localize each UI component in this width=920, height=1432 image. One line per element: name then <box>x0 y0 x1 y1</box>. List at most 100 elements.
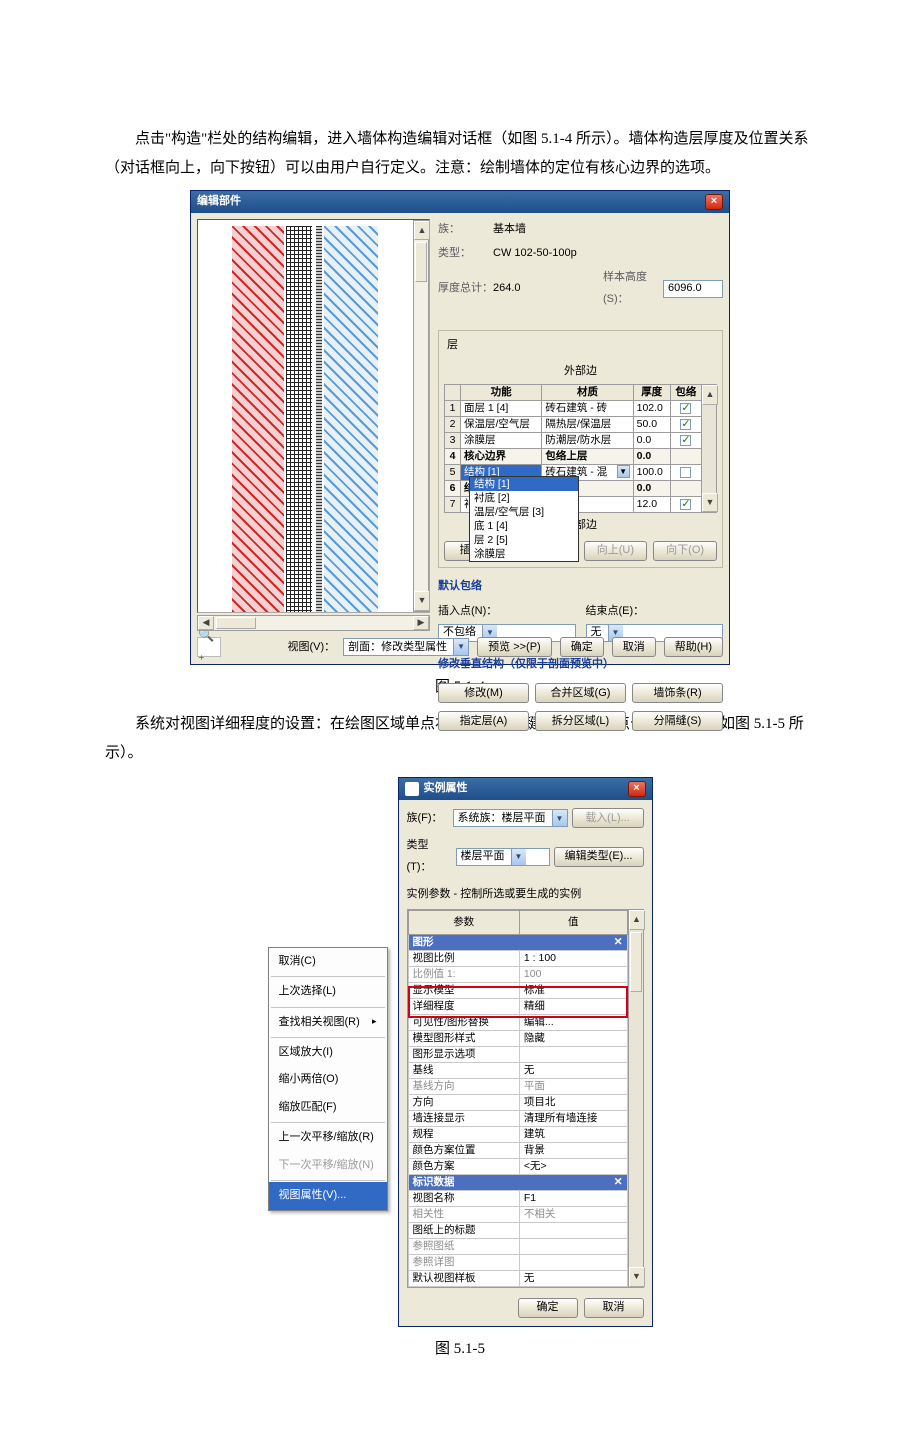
cancel-button[interactable]: 取消 <box>584 1298 644 1318</box>
dropdown-item[interactable]: 结构 [1] <box>470 477 578 491</box>
scroll-up-icon[interactable]: ▲ <box>414 221 430 241</box>
dropdown-item[interactable]: 底 1 [4] <box>470 519 578 533</box>
dropdown-item[interactable]: 层 2 [5] <box>470 533 578 547</box>
assign-layer-button[interactable]: 指定层(A) <box>438 711 529 731</box>
chevron-down-icon[interactable]: ▼ <box>511 849 526 865</box>
col-wrap[interactable]: 包络 <box>670 385 701 401</box>
end-point-label: 结束点(E)： <box>586 601 724 622</box>
table-row[interactable]: 详细程度精细 <box>408 998 627 1014</box>
table-row[interactable]: 2保温层/空气层隔热层/保温层50.0 <box>445 417 702 433</box>
chevron-down-icon[interactable]: ▼ <box>552 810 567 826</box>
menu-item: 下一次平移/缩放(N) <box>269 1152 387 1179</box>
chevron-down-icon[interactable]: ▼ <box>453 639 468 655</box>
table-row[interactable]: 比例值 1:100 <box>408 966 627 982</box>
titlebar[interactable]: 实例属性 × <box>399 778 652 800</box>
type-value: CW 102-50-100p <box>493 243 723 264</box>
wall-section-canvas <box>198 220 411 612</box>
table-row[interactable]: 图形显示选项 <box>408 1046 627 1062</box>
view-combo[interactable]: 剖面：修改类型属性▼ <box>343 638 469 656</box>
table-row[interactable]: 颜色方案位置背景 <box>408 1142 627 1158</box>
table-row[interactable]: 3涂膜层防潮层/防水层0.0 <box>445 433 702 449</box>
dropdown-item[interactable]: 温层/空气层 [3] <box>470 505 578 519</box>
ok-button[interactable]: 确定 <box>560 637 604 657</box>
scroll-left-icon[interactable]: ◀ <box>198 616 214 630</box>
table-row[interactable]: 基线方向平面 <box>408 1078 627 1094</box>
menu-item[interactable]: 取消(C) <box>269 948 387 975</box>
checkbox-icon[interactable] <box>680 419 691 430</box>
table-row[interactable]: 4核心边界包络上层0.0 <box>445 449 702 465</box>
section-preview: ▲ ▼ ◀ ▶ <box>197 219 430 631</box>
col-param[interactable]: 参数 <box>408 911 519 934</box>
table-row[interactable]: 参照详图 <box>408 1254 627 1270</box>
zoom-icon[interactable]: 🔍⁺ <box>197 637 221 657</box>
table-row[interactable]: 视图比例1 : 100 <box>408 950 627 966</box>
properties-table[interactable]: 参数值 图形✕视图比例1 : 100比例值 1:100显示模型标准详细程度精细可… <box>408 910 628 1286</box>
col-thickness[interactable]: 厚度 <box>633 385 670 401</box>
menu-item[interactable]: 视图属性(V)... <box>269 1182 387 1209</box>
col-function[interactable]: 功能 <box>461 385 542 401</box>
checkbox-icon[interactable] <box>680 403 691 414</box>
split-region-button[interactable]: 拆分区域(L) <box>535 711 626 731</box>
sample-height-field[interactable]: 6096.0 <box>663 280 723 298</box>
property-group[interactable]: 图形✕ <box>408 934 627 950</box>
function-dropdown-list[interactable]: 结构 [1]衬底 [2]温层/空气层 [3]底 1 [4]层 2 [5]涂膜层 <box>469 476 579 562</box>
menu-item[interactable]: 上次选择(L) <box>269 978 387 1005</box>
table-row[interactable]: 方向项目北 <box>408 1094 627 1110</box>
menu-item[interactable]: 区域放大(I) <box>269 1039 387 1066</box>
scroll-up-icon[interactable]: ▲ <box>702 385 718 405</box>
dropdown-item[interactable]: 涂膜层 <box>470 547 578 561</box>
table-row[interactable]: 相关性不相关 <box>408 1206 627 1222</box>
wall-sweep-button[interactable]: 墙饰条(R) <box>632 683 723 703</box>
view-label: 视图(V)： <box>287 637 335 658</box>
preview-vscrollbar[interactable]: ▲ ▼ <box>413 220 429 612</box>
dropdown-item[interactable]: 衬底 [2] <box>470 491 578 505</box>
table-row[interactable]: 颜色方案<无> <box>408 1158 627 1174</box>
split-line-button[interactable]: 分隔缝(S) <box>632 711 723 731</box>
scroll-down-icon[interactable]: ▼ <box>414 591 430 611</box>
preview-button[interactable]: 预览 >>(P) <box>477 637 552 657</box>
close-icon[interactable]: × <box>628 781 646 797</box>
family-combo[interactable]: 系统族：楼层平面▼ <box>453 809 568 827</box>
table-vscrollbar[interactable]: ▲ ▼ <box>702 384 717 513</box>
scroll-down-icon[interactable]: ▼ <box>629 1267 645 1287</box>
modify-button[interactable]: 修改(M) <box>438 683 529 703</box>
checkbox-icon[interactable] <box>680 467 691 478</box>
table-row[interactable]: 视图名称F1 <box>408 1190 627 1206</box>
table-row[interactable]: 默认视图样板无 <box>408 1270 627 1286</box>
context-menu[interactable]: 取消(C) 上次选择(L) 查找相关视图(R) 区域放大(I)缩小两倍(O)缩放匹配(… <box>268 947 388 1211</box>
ok-button[interactable]: 确定 <box>518 1298 578 1318</box>
help-button[interactable]: 帮助(H) <box>664 637 723 657</box>
titlebar[interactable]: 编辑部件 × <box>191 191 729 213</box>
table-row[interactable]: 模型图形样式隐藏 <box>408 1030 627 1046</box>
property-group[interactable]: 标识数据✕ <box>408 1174 627 1190</box>
table-row[interactable]: 基线无 <box>408 1062 627 1078</box>
close-icon[interactable]: × <box>705 194 723 210</box>
col-material[interactable]: 材质 <box>542 385 633 401</box>
table-vscrollbar[interactable]: ▲ ▼ <box>628 910 643 1286</box>
table-row[interactable]: 显示模型标准 <box>408 982 627 998</box>
cancel-button[interactable]: 取消 <box>612 637 656 657</box>
scroll-up-icon[interactable]: ▲ <box>629 910 645 930</box>
col-value[interactable]: 值 <box>519 911 627 934</box>
table-row[interactable]: 可见性/图形替换编辑... <box>408 1014 627 1030</box>
table-row[interactable]: 墙连接显示清理所有墙连接 <box>408 1110 627 1126</box>
scroll-down-icon[interactable]: ▼ <box>702 493 718 513</box>
menu-item[interactable]: 缩小两倍(O) <box>269 1066 387 1093</box>
table-row[interactable]: 1面层 1 [4]砖石建筑 - 砖102.0 <box>445 401 702 417</box>
checkbox-icon[interactable] <box>680 435 691 446</box>
figure-caption-2: 图 5.1-5 <box>105 1335 815 1364</box>
preview-hscrollbar[interactable]: ◀ ▶ <box>197 615 430 631</box>
outside-label: 外部边 <box>444 361 717 382</box>
menu-item[interactable]: 查找相关视图(R) <box>269 1009 387 1036</box>
scroll-right-icon[interactable]: ▶ <box>413 616 429 630</box>
move-up-button: 向上(U) <box>584 541 648 561</box>
merge-region-button[interactable]: 合并区域(G) <box>535 683 626 703</box>
table-row[interactable]: 图纸上的标题 <box>408 1222 627 1238</box>
edit-type-button[interactable]: 编辑类型(E)... <box>554 847 644 867</box>
menu-item[interactable]: 缩放匹配(F) <box>269 1094 387 1121</box>
table-row[interactable]: 参照图纸 <box>408 1238 627 1254</box>
table-row[interactable]: 规程建筑 <box>408 1126 627 1142</box>
type-combo[interactable]: 楼层平面▼ <box>456 848 550 866</box>
checkbox-icon[interactable] <box>680 499 691 510</box>
menu-item[interactable]: 上一次平移/缩放(R) <box>269 1124 387 1151</box>
